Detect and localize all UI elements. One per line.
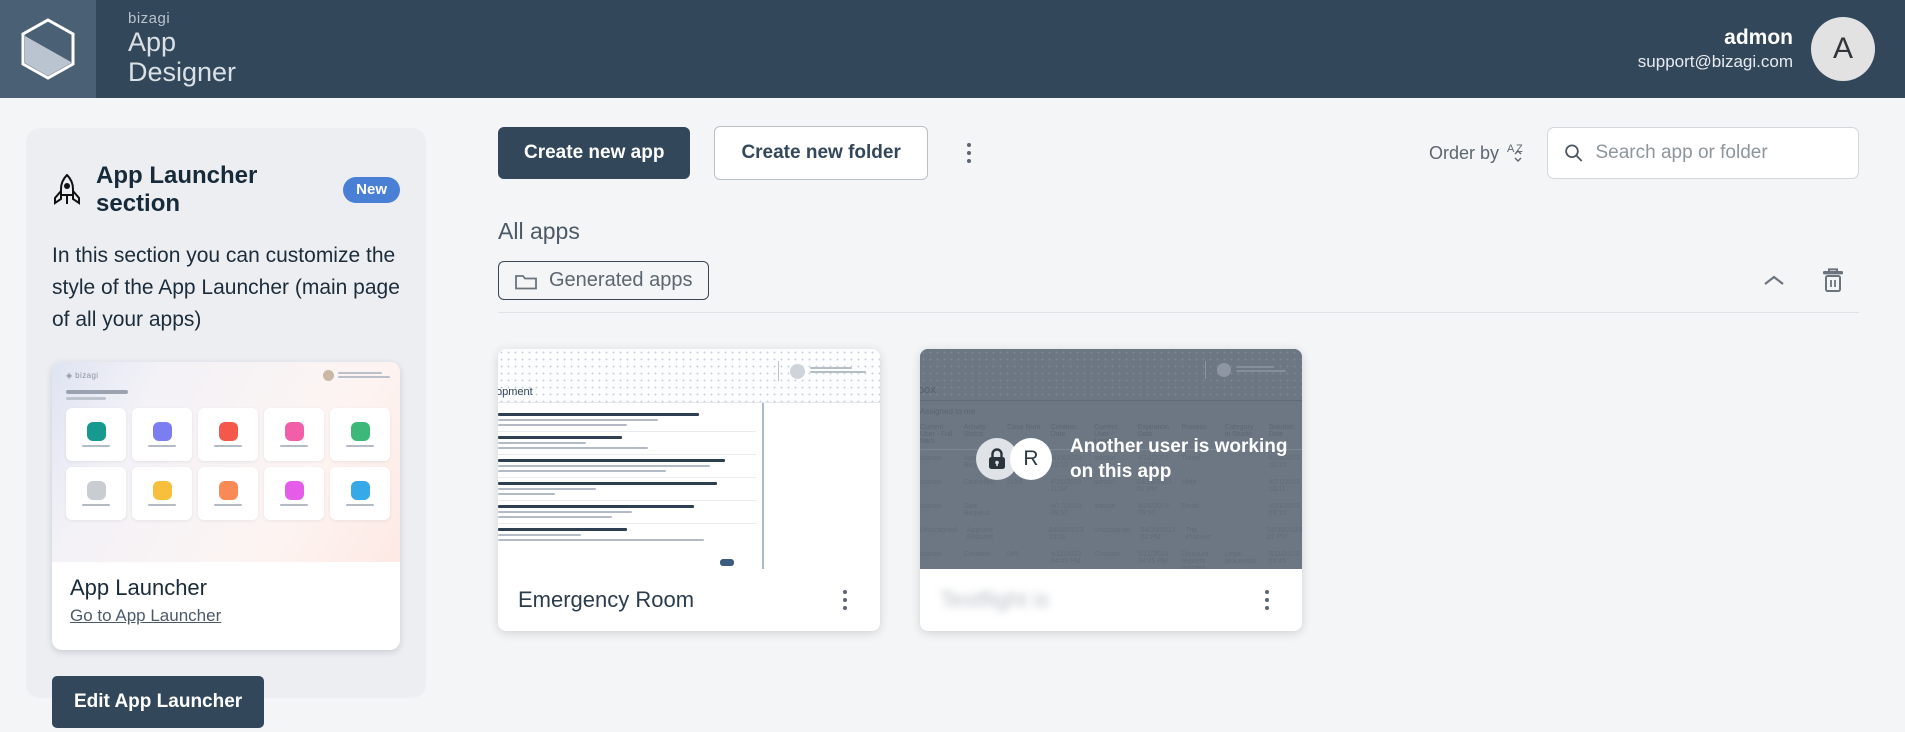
preview-tile <box>330 408 390 461</box>
create-new-app-button[interactable]: Create new app <box>498 127 691 179</box>
folder-actions <box>1761 267 1859 294</box>
panel-header: App Launcher section New <box>52 162 400 218</box>
folder-row: Generated apps <box>498 261 1859 313</box>
preview-tile <box>66 408 126 461</box>
thumb-word: opment <box>498 386 533 398</box>
preview-screenshot: ◈ bizagi <box>52 362 400 562</box>
app-card-menu-icon[interactable] <box>830 583 860 617</box>
preview-topbar: ◈ bizagi <box>66 370 390 381</box>
preview-card-title: App Launcher <box>70 575 207 600</box>
app-card-footer-locked: Testflight is <box>920 569 1302 631</box>
section-title: All apps <box>498 218 580 244</box>
toolbar: Create new app Create new folder Order b… <box>498 126 1859 180</box>
preview-tile <box>198 408 258 461</box>
locked-message-line2: on this app <box>1070 461 1172 482</box>
brand-bizagi: bizagi <box>128 10 171 27</box>
new-badge: New <box>343 177 400 203</box>
app-launcher-preview-card[interactable]: ◈ bizagi App Launcher Go to App Launcher <box>52 362 400 650</box>
folder-chip-generated-apps[interactable]: Generated apps <box>498 261 710 300</box>
user-email: support@bizagi.com <box>1637 52 1793 71</box>
rocket-icon <box>54 174 80 205</box>
preview-tile <box>66 467 126 520</box>
brand-app: App <box>128 27 177 57</box>
thumb-avatar-icon <box>790 363 805 379</box>
preview-user-lines <box>338 371 390 380</box>
lock-glyph-icon <box>989 448 1005 469</box>
brand-designer: Designer <box>128 57 237 87</box>
bizagi-hex-logo-icon <box>21 18 75 80</box>
locked-message: Another user is working on this app <box>1070 434 1287 484</box>
create-new-folder-button[interactable]: Create new folder <box>714 126 928 180</box>
app-launcher-panel: App Launcher section New In this section… <box>26 128 426 728</box>
user-menu[interactable]: admon support@bizagi.com A <box>1638 0 1905 98</box>
panel-description: In this section you can customize the st… <box>52 244 400 331</box>
app-thumbnail: opment <box>498 349 880 569</box>
thumb-user-lines <box>810 367 866 375</box>
thumb-header: opment <box>498 349 880 403</box>
thumb-document <box>498 403 880 569</box>
search-box[interactable] <box>1547 127 1859 179</box>
locked-message-line1: Another user is working <box>1070 436 1288 457</box>
preview-user <box>323 370 390 381</box>
user-info: admon support@bizagi.com <box>1638 25 1793 73</box>
preview-greeting <box>66 390 390 400</box>
edit-app-launcher-button[interactable]: Edit App Launcher <box>52 676 265 728</box>
trash-icon[interactable] <box>1821 267 1845 294</box>
preview-footer: App Launcher Go to App Launcher <box>52 562 400 626</box>
preview-logo: ◈ bizagi <box>66 371 99 380</box>
preview-tile <box>132 467 192 520</box>
search-icon <box>1565 144 1583 162</box>
app-card-title-locked: Testflight is <box>940 587 1049 612</box>
preview-tile <box>330 467 390 520</box>
thumb-user <box>778 361 866 381</box>
search-input[interactable] <box>1595 142 1842 164</box>
locked-user-avatar: R <box>1010 438 1052 480</box>
main-content: Create new app Create new folder Order b… <box>452 98 1905 732</box>
kebab-menu-icon[interactable] <box>954 136 984 170</box>
order-by-label: Order by <box>1428 142 1499 163</box>
logo-panel[interactable] <box>0 0 96 98</box>
app-card-menu-icon[interactable] <box>1252 583 1282 617</box>
thumb-doc-right <box>762 403 880 569</box>
sidebar: App Launcher section New In this section… <box>0 98 452 732</box>
order-by-control[interactable]: Order by A Z <box>1429 141 1529 165</box>
sort-az-icon: A Z <box>1507 143 1523 162</box>
folder-chip-label: Generated apps <box>549 269 693 291</box>
thumb-accent <box>720 559 734 566</box>
user-name: admon <box>1724 26 1793 49</box>
locked-overlay: R Another user is working on this app <box>920 349 1302 569</box>
preview-tile <box>264 408 324 461</box>
brand-block: bizagi App Designer <box>96 0 236 98</box>
svg-text:A: A <box>1507 143 1515 155</box>
thumb-doc-left <box>498 403 762 569</box>
chevron-up-icon[interactable] <box>1761 273 1787 289</box>
app-card-emergency-room[interactable]: opment Emergency Room <box>498 349 880 631</box>
avatar[interactable]: A <box>1811 17 1875 81</box>
folder-icon <box>515 274 537 289</box>
app-card-locked[interactable]: box Assigned to me Current User - Full N… <box>920 349 1302 631</box>
app-thumbnail-locked: box Assigned to me Current User - Full N… <box>920 349 1302 569</box>
app-card-list: opment Emergency Room box Assigned to me… <box>498 349 1859 631</box>
app-header: bizagi App Designer admon support@bizagi… <box>0 0 1905 98</box>
app-card-title: Emergency Room <box>518 587 695 612</box>
go-to-app-launcher-link[interactable]: Go to App Launcher <box>70 606 221 626</box>
preview-tile <box>132 408 192 461</box>
preview-app-grid <box>66 408 390 520</box>
preview-avatar-icon <box>323 370 334 381</box>
preview-tile <box>198 467 258 520</box>
app-card-footer: Emergency Room <box>498 569 880 631</box>
preview-tile <box>264 467 324 520</box>
toolbar-right: Order by A Z <box>1429 127 1859 179</box>
panel-title: App Launcher section <box>96 162 258 217</box>
